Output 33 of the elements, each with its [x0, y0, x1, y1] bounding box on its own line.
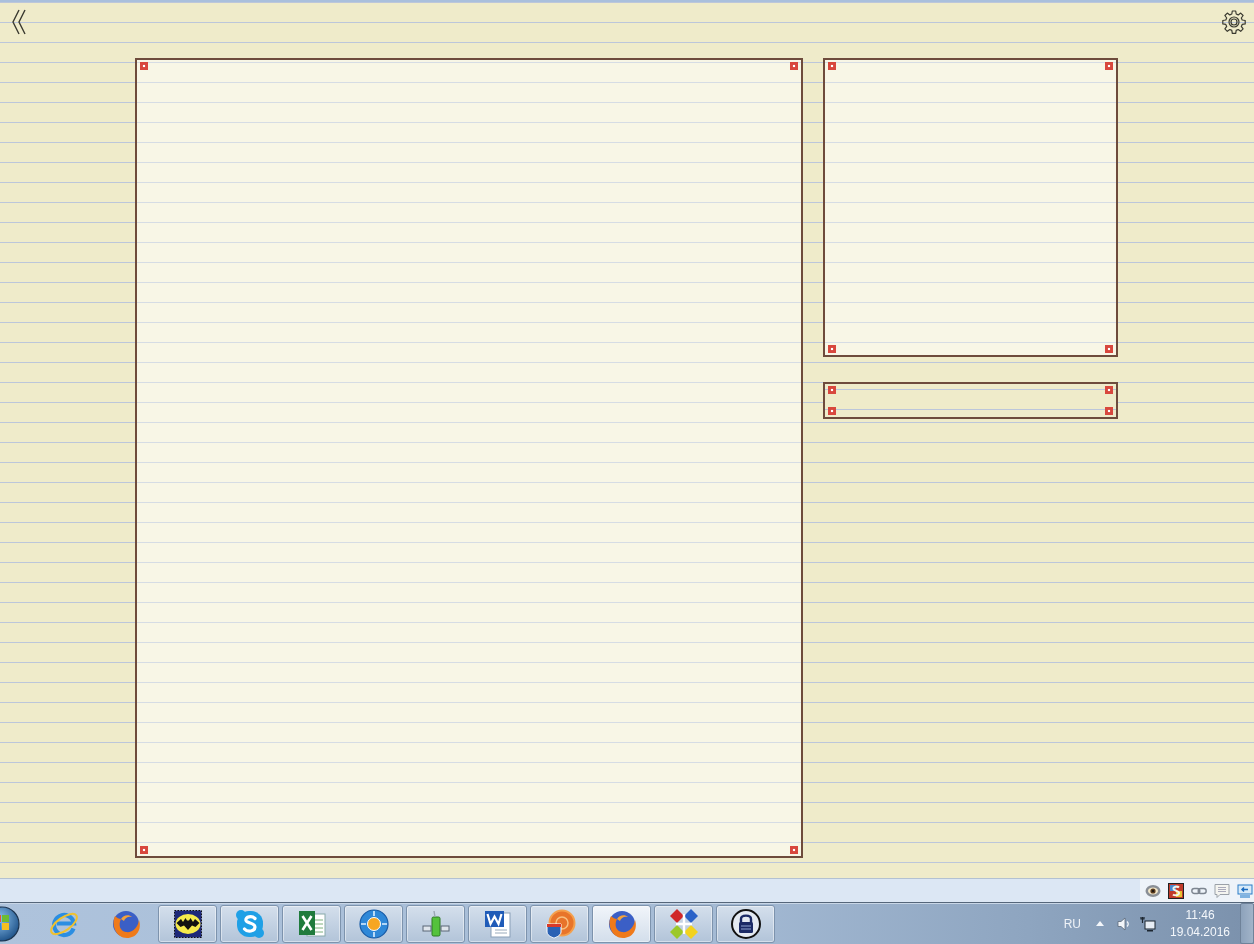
start-button[interactable]	[0, 903, 20, 944]
double-chevron-left-icon[interactable]	[11, 9, 27, 35]
corner-handle-icon[interactable]	[828, 407, 836, 415]
corner-handle-icon[interactable]	[1105, 386, 1113, 394]
compass-icon	[357, 907, 390, 940]
network-icon[interactable]	[1140, 915, 1156, 932]
corner-handle-icon[interactable]	[828, 386, 836, 394]
corner-handle-icon[interactable]	[1105, 407, 1113, 415]
speaker-icon[interactable]	[1117, 915, 1131, 932]
clock-time[interactable]: 11:46	[1185, 908, 1215, 922]
settings-icon[interactable]	[1222, 10, 1246, 34]
corner-handle-icon[interactable]	[1105, 345, 1113, 353]
corner-handle-icon[interactable]	[828, 62, 836, 70]
message-icon[interactable]	[1214, 882, 1230, 899]
language-indicator[interactable]: RU	[1063, 916, 1081, 931]
clock-date[interactable]: 19.04.2016	[1169, 925, 1231, 939]
eye-icon[interactable]	[1145, 882, 1161, 899]
corner-handle-icon[interactable]	[828, 345, 836, 353]
corner-handle-icon[interactable]	[790, 62, 798, 70]
corner-handle-icon[interactable]	[140, 62, 148, 70]
bat-icon	[171, 907, 204, 940]
padlock-icon	[729, 907, 762, 940]
speech-cloud-icon	[233, 907, 266, 940]
corner-handle-icon[interactable]	[140, 846, 148, 854]
monitor-arrow-icon[interactable]	[1237, 882, 1253, 899]
corner-handle-icon[interactable]	[790, 846, 798, 854]
taskbar-button[interactable]	[468, 904, 527, 943]
s-tile-icon[interactable]	[1168, 882, 1184, 899]
taskbar-button[interactable]	[716, 904, 775, 943]
taskbar-button[interactable]	[158, 904, 217, 943]
shield-disc-icon	[543, 907, 576, 940]
corner-handle-icon[interactable]	[1105, 62, 1113, 70]
caret-up-icon[interactable]	[1096, 921, 1104, 926]
